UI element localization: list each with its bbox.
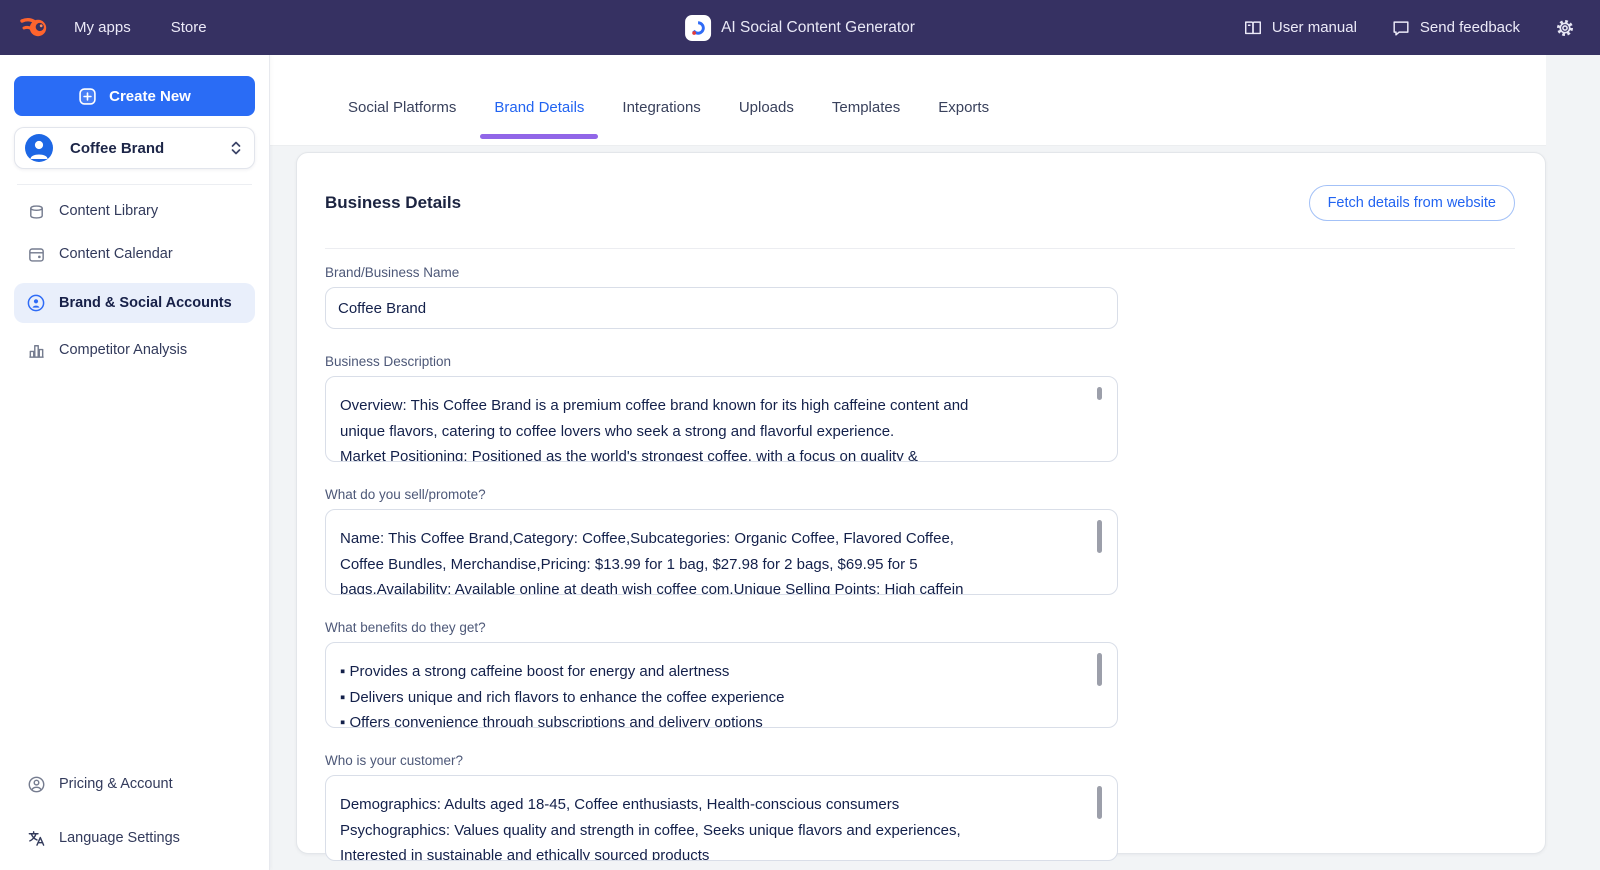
plus-icon (78, 87, 97, 106)
topbar: My apps Store AI Social Content Generato… (0, 0, 1600, 55)
field-benefits: What benefits do they get? ▪ Provides a … (325, 620, 1118, 728)
fetch-details-button[interactable]: Fetch details from website (1309, 185, 1515, 221)
sidebar-item-pricing-account[interactable]: Pricing & Account (14, 770, 255, 798)
sidebar: Create New Coffee Brand (0, 55, 270, 870)
textarea-line: ▪ Offers convenience through subscriptio… (340, 710, 1073, 728)
textarea-line: bags,Availability: Available online at d… (340, 577, 1073, 595)
textarea-line: Demographics: Adults aged 18-45, Coffee … (340, 792, 1073, 818)
tab-uploads[interactable]: Uploads (725, 99, 808, 141)
scrollbar-thumb[interactable] (1097, 786, 1102, 819)
send-feedback-link[interactable]: Send feedback (1391, 18, 1520, 38)
tab-exports[interactable]: Exports (924, 99, 1003, 141)
main-content: Social Platforms Brand Details Integrati… (270, 55, 1600, 870)
broadcast-icon (26, 293, 46, 313)
sell-promote-textarea[interactable]: Name: This Coffee Brand,Category: Coffee… (325, 509, 1118, 595)
brand-name-input[interactable] (325, 287, 1118, 329)
sidebar-nav: Content Library Content Calendar (14, 197, 255, 364)
field-label: Who is your customer? (325, 753, 1118, 768)
settings-button[interactable] (1554, 17, 1576, 39)
nav-my-apps[interactable]: My apps (74, 19, 131, 36)
send-feedback-label: Send feedback (1420, 19, 1520, 36)
sidebar-item-language-settings[interactable]: Language Settings (14, 824, 255, 852)
textarea-line: Overview: This Coffee Brand is a premium… (340, 393, 1073, 419)
field-brand-name: Brand/Business Name (325, 265, 1118, 329)
scrollbar-thumb[interactable] (1097, 520, 1102, 553)
chevron-up-down-icon (230, 139, 242, 157)
chat-icon (1391, 18, 1411, 38)
business-description-textarea[interactable]: Overview: This Coffee Brand is a premium… (325, 376, 1118, 462)
page-title: Business Details (325, 193, 461, 213)
library-icon (26, 201, 46, 221)
brand-selector[interactable]: Coffee Brand (14, 127, 255, 169)
field-label: Business Description (325, 354, 1118, 369)
scrollbar-thumb[interactable] (1097, 387, 1102, 400)
business-details-card: Business Details Fetch details from webs… (296, 152, 1546, 854)
sidebar-item-content-calendar[interactable]: Content Calendar (14, 240, 255, 268)
sidebar-item-label: Content Library (59, 203, 158, 219)
brand-avatar (25, 134, 53, 162)
field-business-description: Business Description Overview: This Coff… (325, 354, 1118, 462)
tab-integrations[interactable]: Integrations (608, 99, 714, 141)
scrollbar-thumb[interactable] (1097, 653, 1102, 686)
textarea-line: Coffee Bundles, Merchandise,Pricing: $13… (340, 552, 1073, 578)
tab-templates[interactable]: Templates (818, 99, 914, 141)
sidebar-item-label: Content Calendar (59, 246, 173, 262)
textarea-line: Name: This Coffee Brand,Category: Coffee… (340, 526, 1073, 552)
bar-chart-icon (26, 340, 46, 360)
nav-store[interactable]: Store (171, 19, 207, 36)
tab-brand-details[interactable]: Brand Details (480, 99, 598, 141)
field-label: What benefits do they get? (325, 620, 1118, 635)
brand-selector-value: Coffee Brand (70, 140, 230, 157)
account-icon (26, 774, 46, 794)
person-icon (25, 134, 53, 162)
book-icon (1243, 18, 1263, 38)
field-customer: Who is your customer? Demographics: Adul… (325, 753, 1118, 861)
sidebar-item-label: Language Settings (59, 830, 180, 846)
sidebar-divider (17, 184, 252, 185)
tabs: Social Platforms Brand Details Integrati… (334, 99, 1003, 141)
translate-icon (26, 828, 46, 848)
field-label: Brand/Business Name (325, 265, 1118, 280)
header-divider (325, 248, 1515, 249)
app-logo-icon (685, 15, 711, 41)
semrush-logo-icon[interactable] (14, 11, 54, 45)
sidebar-footer: Pricing & Account Language Settings (14, 770, 255, 852)
textarea-line: ▪ Delivers unique and rich flavors to en… (340, 685, 1073, 711)
app-header: AI Social Content Generator (685, 15, 915, 41)
field-label: What do you sell/promote? (325, 487, 1118, 502)
topbar-nav: My apps Store (74, 19, 207, 36)
tab-strip: Social Platforms Brand Details Integrati… (270, 55, 1546, 146)
sidebar-item-label: Pricing & Account (59, 776, 173, 792)
app-title: AI Social Content Generator (721, 19, 915, 37)
benefits-textarea[interactable]: ▪ Provides a strong caffeine boost for e… (325, 642, 1118, 728)
user-manual-label: User manual (1272, 19, 1357, 36)
tab-social-platforms[interactable]: Social Platforms (334, 99, 470, 141)
create-new-button[interactable]: Create New (14, 76, 255, 116)
sidebar-item-content-library[interactable]: Content Library (14, 197, 255, 225)
sidebar-item-label: Competitor Analysis (59, 342, 187, 358)
sidebar-item-label: Brand & Social Accounts (59, 295, 232, 311)
user-manual-link[interactable]: User manual (1243, 18, 1357, 38)
textarea-line: Interested in sustainable and ethically … (340, 843, 1073, 861)
textarea-line: unique flavors, catering to coffee lover… (340, 419, 1073, 445)
customer-textarea[interactable]: Demographics: Adults aged 18-45, Coffee … (325, 775, 1118, 861)
textarea-line: Market Positioning: Positioned as the wo… (340, 444, 1073, 462)
sidebar-item-competitor-analysis[interactable]: Competitor Analysis (14, 336, 255, 364)
textarea-line: Psychographics: Values quality and stren… (340, 818, 1073, 844)
field-sell-promote: What do you sell/promote? Name: This Cof… (325, 487, 1118, 595)
calendar-icon (26, 244, 46, 264)
create-new-label: Create New (109, 88, 191, 105)
gear-icon (1554, 17, 1576, 39)
sidebar-item-brand-social-accounts[interactable]: Brand & Social Accounts (14, 283, 255, 323)
textarea-line: ▪ Provides a strong caffeine boost for e… (340, 659, 1073, 685)
